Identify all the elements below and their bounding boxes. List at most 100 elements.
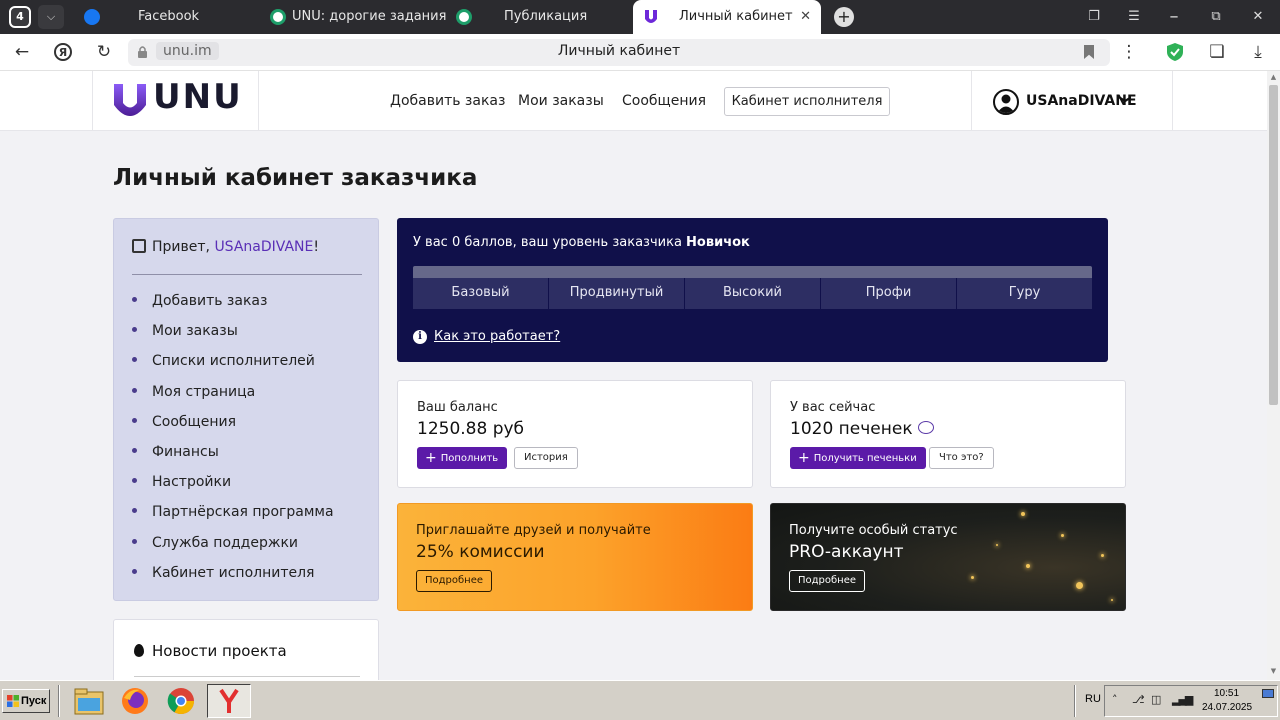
url-page-title: Личный кабинет <box>557 43 681 59</box>
scroll-down-icon[interactable]: ▼ <box>1269 667 1278 677</box>
news-title-label: Новости проекта <box>152 642 287 660</box>
pro-more-button[interactable]: Подробнее <box>789 570 866 592</box>
windows-logo-icon <box>7 695 19 707</box>
new-tab-button[interactable]: + <box>834 7 854 27</box>
unu-green-icon <box>270 9 286 25</box>
clock-time[interactable]: 10:51 <box>1214 688 1239 699</box>
browser-tab-strip: 4 ⌵ Facebook UNU: дорогие задания дл Пуб… <box>0 0 1280 34</box>
sidebar-item-partner-program[interactable]: Партнёрская программа <box>132 504 334 534</box>
unu-green-icon <box>456 9 472 25</box>
get-cookies-button[interactable]: + Получить печеньки <box>790 447 926 469</box>
bookmarks-panel-icon[interactable]: ❐ <box>1074 0 1114 34</box>
greeting-suffix: ! <box>313 239 319 255</box>
tab-close-icon[interactable]: ✕ <box>800 0 811 34</box>
sidebar-item-label: Сообщения <box>152 413 237 430</box>
facebook-icon <box>84 9 100 25</box>
chrome-icon <box>167 688 195 715</box>
unu-logo[interactable]: UNU <box>113 77 241 119</box>
sidebar-item-finance[interactable]: Финансы <box>132 444 334 474</box>
yandex-icon[interactable]: Я <box>48 34 78 71</box>
start-label: Пуск <box>21 695 47 707</box>
level-points-text: У вас 0 баллов, ваш уровень заказчика <box>413 235 687 250</box>
sidebar-item-executor-lists[interactable]: Списки исполнителей <box>132 353 334 383</box>
sidebar-item-label: Партнёрская программа <box>152 504 334 521</box>
sidebar-item-executor-cabinet[interactable]: Кабинет исполнителя <box>132 565 334 595</box>
yandex-browser-app[interactable] <box>207 684 251 718</box>
topup-button-label: Пополнить <box>440 453 499 464</box>
url-bar[interactable]: unu.im Личный кабинет <box>128 39 1110 66</box>
news-panel: Новости проекта <box>113 619 379 689</box>
avatar[interactable] <box>993 89 1019 115</box>
restore-icon[interactable]: ⧉ <box>1196 0 1236 34</box>
referral-more-button[interactable]: Подробнее <box>416 570 493 592</box>
download-icon[interactable]: ⤓ <box>1243 34 1273 71</box>
logo-text: UNU <box>153 77 243 117</box>
tab-personal-cabinet[interactable]: Личный кабинет ✕ <box>633 0 821 34</box>
sidebar-item-label: Служба поддержки <box>152 534 299 551</box>
page-scrollbar[interactable]: ▲ ▼ <box>1267 71 1280 680</box>
news-title[interactable]: Новости проекта <box>134 642 287 660</box>
scroll-thumb[interactable] <box>1269 85 1278 405</box>
signal-icon[interactable]: ▂▄▆ <box>1172 693 1193 706</box>
executor-cabinet-button[interactable]: Кабинет исполнителя <box>724 87 890 116</box>
tab-counter-button[interactable]: 4 <box>9 6 31 28</box>
chrome-app[interactable] <box>162 684 200 718</box>
level-step-basic: Базовый <box>413 278 549 309</box>
nav-my-orders[interactable]: Мои заказы <box>518 93 604 109</box>
cookies-value-row: 1020 печенек <box>790 419 934 439</box>
start-button[interactable]: Пуск <box>2 689 50 713</box>
chevron-down-icon[interactable]: ❯ <box>1119 94 1133 104</box>
reload-icon[interactable]: ↻ <box>89 34 119 71</box>
nav-messages[interactable]: Сообщения <box>622 93 706 109</box>
file-explorer-app[interactable] <box>70 684 108 718</box>
how-it-works-link[interactable]: Как это работает? <box>434 329 560 344</box>
sidebar-item-my-orders[interactable]: Мои заказы <box>132 323 334 353</box>
bullet-icon <box>132 297 137 302</box>
scroll-up-icon[interactable]: ▲ <box>1269 73 1278 83</box>
sidebar-divider <box>132 274 362 275</box>
sidebar-item-add-order[interactable]: Добавить заказ <box>132 293 334 323</box>
tab-unu-tasks[interactable]: UNU: дорогие задания дл <box>262 0 447 34</box>
tab-facebook[interactable]: Facebook <box>72 0 262 34</box>
mouse-icon[interactable]: ⎇ <box>1132 693 1145 706</box>
window-close-icon[interactable]: ✕ <box>1238 0 1278 34</box>
firefox-app[interactable] <box>116 684 154 718</box>
unu-logo-icon <box>645 10 657 23</box>
topup-button[interactable]: + Пополнить <box>417 447 508 469</box>
sidebar-item-label: Настройки <box>152 474 232 491</box>
header-divider <box>1172 71 1173 131</box>
tab-publication[interactable]: Публикация <box>447 0 633 34</box>
greeting-username[interactable]: USAnaDIVANE <box>214 239 313 255</box>
show-desktop-icon[interactable] <box>1262 689 1274 698</box>
more-options-icon[interactable]: ⋮ <box>1114 34 1144 71</box>
referral-promo-text: Приглашайте друзей и получайте <box>416 523 651 538</box>
greeting: Привет, USAnaDIVANE! <box>132 239 319 255</box>
protect-shield-icon[interactable] <box>1160 34 1190 71</box>
pro-account-promo-banner[interactable]: Получите особый статус PRO-аккаунт Подро… <box>770 503 1126 611</box>
customer-level-panel: У вас 0 баллов, ваш уровень заказчика Но… <box>397 218 1108 362</box>
nav-add-order[interactable]: Добавить заказ <box>390 93 505 109</box>
bullet-icon <box>132 417 137 423</box>
referral-promo-banner[interactable]: Приглашайте друзей и получайте 25% комис… <box>397 503 753 611</box>
info-icon: i <box>413 330 427 344</box>
sidebar-item-support[interactable]: Служба поддержки <box>132 535 334 565</box>
sidebar-item-my-page[interactable]: Моя страница <box>132 384 334 414</box>
language-indicator[interactable]: RU <box>1085 693 1101 705</box>
what-is-this-button[interactable]: Что это? <box>929 447 994 469</box>
level-step-guru: Гуру <box>1008 285 1041 300</box>
sidebar-item-settings[interactable]: Настройки <box>132 474 334 504</box>
minimize-icon[interactable]: – <box>1154 0 1194 34</box>
taskbar-divider <box>58 685 60 717</box>
unu-logo-icon <box>114 84 146 116</box>
network-icon[interactable]: ◫ <box>1151 693 1161 706</box>
tabs-dropdown-icon[interactable]: ⌵ <box>38 5 64 29</box>
clock-date[interactable]: 24.07.2025 <box>1202 702 1252 713</box>
menu-icon[interactable]: ☰ <box>1114 0 1154 34</box>
sidebar-item-messages[interactable]: Сообщения <box>132 414 334 444</box>
history-button[interactable]: История <box>514 447 578 469</box>
back-arrow-icon[interactable]: ← <box>7 34 37 71</box>
tray-expand-icon[interactable]: ˄ <box>1112 693 1118 706</box>
collections-icon[interactable]: ❏ <box>1202 34 1232 71</box>
bullet-icon <box>132 538 137 544</box>
news-divider <box>134 676 360 677</box>
